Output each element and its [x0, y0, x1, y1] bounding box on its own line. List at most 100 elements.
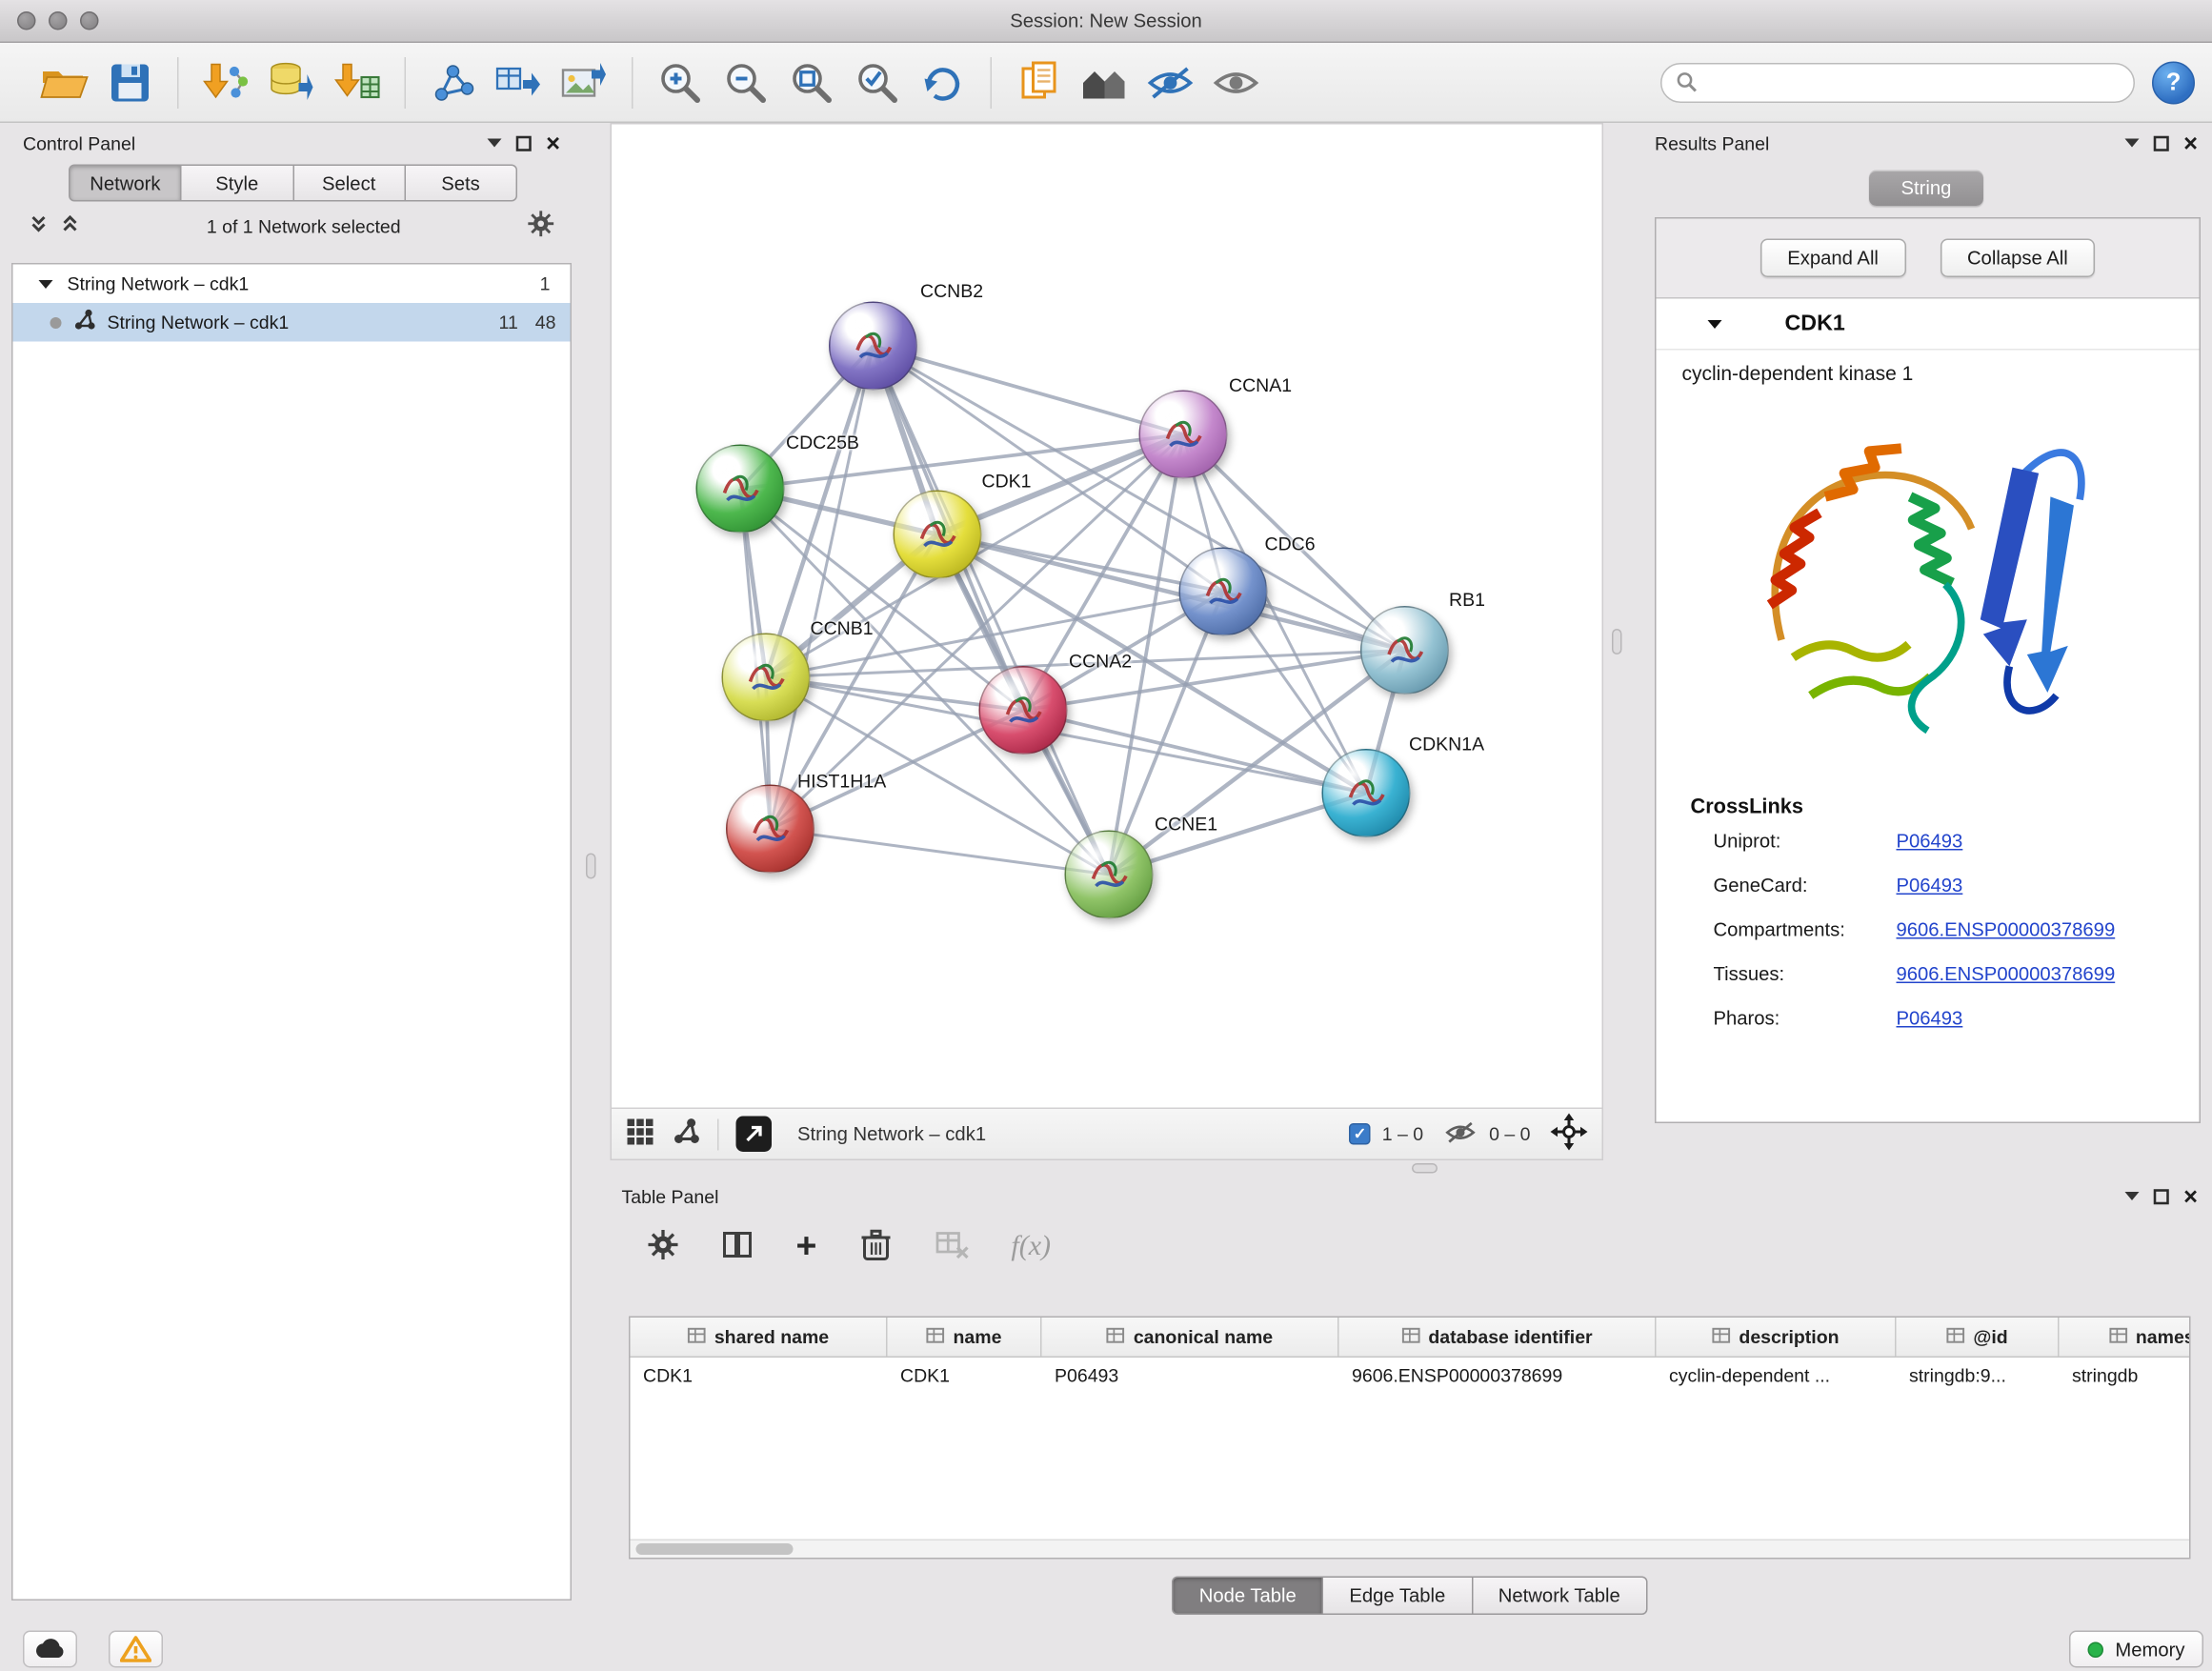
- network-options-gear-icon[interactable]: [528, 211, 555, 242]
- hide-selected-button[interactable]: [1137, 50, 1203, 115]
- search-box[interactable]: [1660, 62, 2135, 102]
- memory-label: Memory: [2115, 1639, 2184, 1661]
- table-cell[interactable]: CDK1: [888, 1358, 1042, 1395]
- collapse-all-button[interactable]: Collapse All: [1940, 239, 2095, 278]
- import-network-file-button[interactable]: [193, 50, 259, 115]
- table-cell[interactable]: stringdb: [2060, 1358, 2191, 1395]
- memory-button[interactable]: Memory: [2069, 1631, 2203, 1668]
- network-node-hist1h1a[interactable]: [726, 785, 814, 874]
- table-cell[interactable]: 9606.ENSP00000378699: [1339, 1358, 1657, 1395]
- vertical-splitter-handle[interactable]: [586, 854, 596, 879]
- column-header-namespace[interactable]: namespace: [2060, 1318, 2191, 1357]
- question-icon: ?: [2166, 68, 2182, 96]
- column-header-name[interactable]: name: [888, 1318, 1042, 1357]
- tab-string[interactable]: String: [1869, 171, 1983, 207]
- tab-edge-table[interactable]: Edge Table: [1323, 1577, 1472, 1616]
- column-header-description[interactable]: description: [1657, 1318, 1897, 1357]
- tab-network[interactable]: Network: [69, 165, 182, 202]
- float-panel-icon[interactable]: [516, 135, 533, 151]
- save-session-button[interactable]: [97, 50, 163, 115]
- close-panel-icon[interactable]: ×: [546, 131, 560, 155]
- edge-layer: [612, 125, 1602, 1108]
- zoom-fit-button[interactable]: [779, 50, 845, 115]
- delete-column-trash-icon[interactable]: [859, 1227, 891, 1266]
- network-collection-row[interactable]: String Network – cdk1 1: [13, 265, 571, 304]
- table-cell[interactable]: P06493: [1042, 1358, 1339, 1395]
- pan-move-icon[interactable]: [1551, 1114, 1588, 1156]
- table-cell[interactable]: stringdb:9...: [1897, 1358, 2060, 1395]
- float-panel-icon[interactable]: [2154, 1188, 2170, 1204]
- home-button[interactable]: [1072, 50, 1137, 115]
- network-share-icon[interactable]: [672, 1117, 700, 1151]
- show-all-button[interactable]: [1203, 50, 1269, 115]
- collapse-all-networks-icon[interactable]: [60, 213, 80, 239]
- vertical-splitter-handle[interactable]: [1612, 629, 1622, 654]
- new-network-button[interactable]: [420, 50, 486, 115]
- copy-document-button[interactable]: [1006, 50, 1072, 115]
- network-node-ccnb1[interactable]: [722, 634, 811, 722]
- network-node-cdk1[interactable]: [894, 491, 982, 579]
- expand-all-networks-icon[interactable]: [29, 213, 49, 239]
- tab-sets[interactable]: Sets: [406, 165, 517, 202]
- float-panel-icon[interactable]: [2154, 135, 2170, 151]
- zoom-out-button[interactable]: [714, 50, 779, 115]
- open-session-button[interactable]: [31, 50, 97, 115]
- column-header-shared-name[interactable]: shared name: [631, 1318, 888, 1357]
- scrollbar-thumb[interactable]: [636, 1543, 794, 1555]
- cloud-status-button[interactable]: [23, 1631, 77, 1668]
- network-node-ccna2[interactable]: [979, 666, 1068, 755]
- column-header-database-identifier[interactable]: database identifier: [1339, 1318, 1657, 1357]
- section-disclosure-icon[interactable]: [1708, 319, 1722, 328]
- crosslink-value-link[interactable]: P06493: [1897, 1008, 1963, 1030]
- add-column-button[interactable]: +: [796, 1228, 817, 1264]
- column-header--id[interactable]: @id: [1897, 1318, 2060, 1357]
- collapse-panel-icon[interactable]: [488, 139, 502, 148]
- network-node-ccna1[interactable]: [1139, 391, 1228, 479]
- close-panel-icon[interactable]: ×: [2183, 1184, 2198, 1209]
- tab-network-table[interactable]: Network Table: [1473, 1577, 1647, 1616]
- network-node-cdkn1a[interactable]: [1322, 749, 1411, 837]
- houses-icon: [1079, 62, 1131, 102]
- network-canvas[interactable]: CCNB2CCNA1CDC25BCDK1CDC6RB1CCNB1CCNA2CDK…: [612, 125, 1602, 1108]
- open-in-new-button[interactable]: [736, 1117, 773, 1153]
- network-row-selected[interactable]: String Network – cdk1 11 48: [13, 303, 571, 342]
- refresh-view-button[interactable]: [911, 50, 976, 115]
- warnings-button[interactable]: [109, 1631, 163, 1668]
- help-button[interactable]: ?: [2152, 61, 2195, 104]
- table-data-row[interactable]: CDK1CDK1P064939606.ENSP00000378699cyclin…: [631, 1358, 2191, 1395]
- table-cell[interactable]: cyclin-dependent ...: [1657, 1358, 1897, 1395]
- birdseye-view-icon[interactable]: [626, 1117, 654, 1151]
- horizontal-splitter-handle[interactable]: [1412, 1163, 1438, 1174]
- column-header-canonical-name[interactable]: canonical name: [1042, 1318, 1339, 1357]
- zoom-in-button[interactable]: [648, 50, 714, 115]
- import-network-database-button[interactable]: [259, 50, 325, 115]
- show-columns-icon[interactable]: [722, 1228, 754, 1264]
- network-node-cdc25b[interactable]: [696, 445, 785, 534]
- network-node-cdc6[interactable]: [1179, 548, 1268, 636]
- import-table-button[interactable]: [325, 50, 391, 115]
- collapse-panel-icon[interactable]: [2125, 139, 2140, 148]
- expand-all-button[interactable]: Expand All: [1760, 239, 1906, 278]
- export-image-button[interactable]: [552, 50, 617, 115]
- search-input[interactable]: [1706, 71, 2120, 93]
- collapse-panel-icon[interactable]: [2125, 1192, 2140, 1200]
- table-options-gear-icon[interactable]: [648, 1228, 679, 1264]
- table-cell[interactable]: CDK1: [631, 1358, 888, 1395]
- protein-section-header[interactable]: CDK1: [1657, 299, 2200, 351]
- tab-select[interactable]: Select: [293, 165, 405, 202]
- crosslink-value-link[interactable]: P06493: [1897, 875, 1963, 896]
- network-from-table-button[interactable]: [486, 50, 552, 115]
- tree-disclosure-icon[interactable]: [39, 279, 53, 288]
- crosslink-value-link[interactable]: 9606.ENSP00000378699: [1897, 919, 2116, 941]
- network-node-ccnb2[interactable]: [829, 302, 917, 391]
- network-node-ccne1[interactable]: [1065, 831, 1154, 919]
- crosslink-value-link[interactable]: 9606.ENSP00000378699: [1897, 963, 2116, 985]
- tab-style[interactable]: Style: [182, 165, 293, 202]
- zoom-selected-button[interactable]: [845, 50, 911, 115]
- tab-node-table[interactable]: Node Table: [1172, 1577, 1323, 1616]
- crosslink-value-link[interactable]: P06493: [1897, 831, 1963, 853]
- close-panel-icon[interactable]: ×: [2183, 131, 2198, 155]
- network-node-rb1[interactable]: [1360, 606, 1449, 695]
- table-horizontal-scrollbar[interactable]: [631, 1540, 2190, 1559]
- selected-checkbox[interactable]: ✓: [1349, 1123, 1371, 1145]
